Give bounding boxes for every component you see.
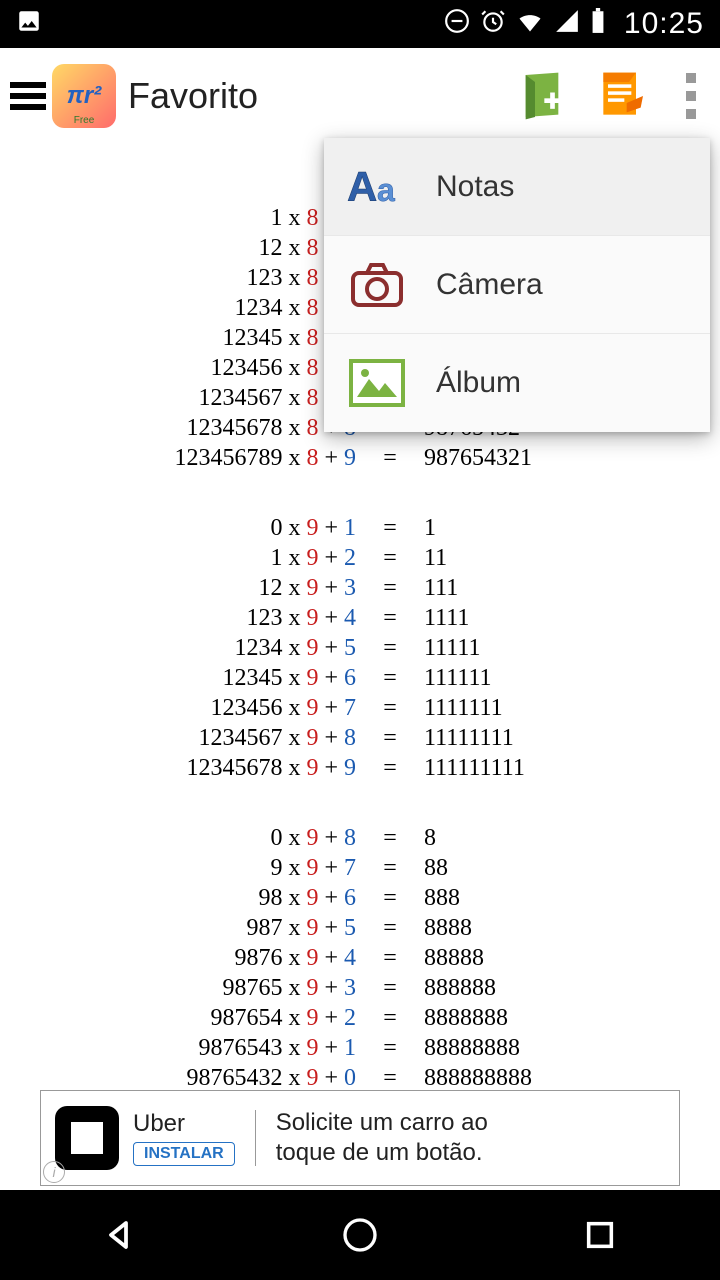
home-button[interactable] <box>338 1213 382 1257</box>
equation-row: 987654 x 9 + 2=8888888 <box>110 1003 610 1033</box>
recent-button[interactable] <box>578 1213 622 1257</box>
wifi-icon <box>516 7 544 42</box>
uber-icon <box>55 1106 119 1170</box>
add-note-button[interactable] <box>514 68 570 124</box>
svg-text:A: A <box>347 163 377 210</box>
alarm-icon <box>480 8 506 41</box>
equation-row: 123456789 x 8 + 9=987654321 <box>110 443 610 473</box>
menu-button[interactable] <box>10 77 46 115</box>
back-button[interactable] <box>98 1213 142 1257</box>
popup-menu: Aa Notas Câmera Álbum <box>324 138 710 432</box>
ad-brand: Uber <box>133 1110 185 1138</box>
equation-row: 12345678 x 9 + 9=111111111 <box>110 753 610 783</box>
album-icon <box>346 352 408 414</box>
text-icon: Aa <box>346 156 408 218</box>
equation-row: 9876 x 9 + 4=88888 <box>110 943 610 973</box>
popup-label: Álbum <box>436 366 521 400</box>
equation-row: 98765432 x 9 + 0=888888888 <box>110 1063 610 1093</box>
equation-row: 987 x 9 + 5=8888 <box>110 913 610 943</box>
popup-item-camera[interactable]: Câmera <box>324 236 710 334</box>
app-icon: πr² Free <box>52 64 116 128</box>
popup-label: Notas <box>436 170 514 204</box>
equation-row: 1234 x 9 + 5=11111 <box>110 633 610 663</box>
equation-row: 1 x 9 + 2=11 <box>110 543 610 573</box>
popup-item-notas[interactable]: Aa Notas <box>324 138 710 236</box>
ad-banner[interactable]: Uber INSTALAR Solicite um carro aotoque … <box>40 1090 680 1186</box>
system-nav-bar <box>0 1190 720 1280</box>
equation-row: 123456 x 9 + 7=1111111 <box>110 693 610 723</box>
svg-text:a: a <box>377 172 395 208</box>
status-bar: 10:25 <box>0 0 720 48</box>
equation-row: 12345 x 9 + 6=111111 <box>110 663 610 693</box>
ad-text: Solicite um carro aotoque de um botão. <box>276 1108 488 1168</box>
battery-icon <box>590 8 606 41</box>
edit-note-button[interactable] <box>594 68 650 124</box>
equation-row: 9 x 9 + 7=88 <box>110 853 610 883</box>
dnd-icon <box>444 8 470 41</box>
camera-icon <box>346 254 408 316</box>
status-time: 10:25 <box>624 7 704 41</box>
equation-block-3: 0 x 9 + 8=89 x 9 + 7=8898 x 9 + 6=888987… <box>110 823 610 1093</box>
equation-row: 0 x 9 + 8=8 <box>110 823 610 853</box>
app-bar: πr² Free Favorito <box>0 48 720 144</box>
signal-icon <box>554 8 580 41</box>
equation-row: 0 x 9 + 1=1 <box>110 513 610 543</box>
overflow-menu-button[interactable] <box>686 73 696 119</box>
equation-row: 9876543 x 9 + 1=88888888 <box>110 1033 610 1063</box>
ad-info-icon[interactable]: i <box>43 1161 65 1183</box>
equation-row: 12 x 9 + 3=111 <box>110 573 610 603</box>
equation-row: 123 x 9 + 4=1111 <box>110 603 610 633</box>
equation-row: 98 x 9 + 6=888 <box>110 883 610 913</box>
popup-label: Câmera <box>436 268 543 302</box>
equation-block-2: 0 x 9 + 1=11 x 9 + 2=1112 x 9 + 3=111123… <box>110 513 610 783</box>
popup-item-album[interactable]: Álbum <box>324 334 710 432</box>
ad-install-button[interactable]: INSTALAR <box>133 1142 235 1166</box>
picture-icon <box>16 8 42 41</box>
equation-row: 1234567 x 9 + 8=11111111 <box>110 723 610 753</box>
equation-row: 98765 x 9 + 3=888888 <box>110 973 610 1003</box>
app-title: Favorito <box>128 75 514 117</box>
